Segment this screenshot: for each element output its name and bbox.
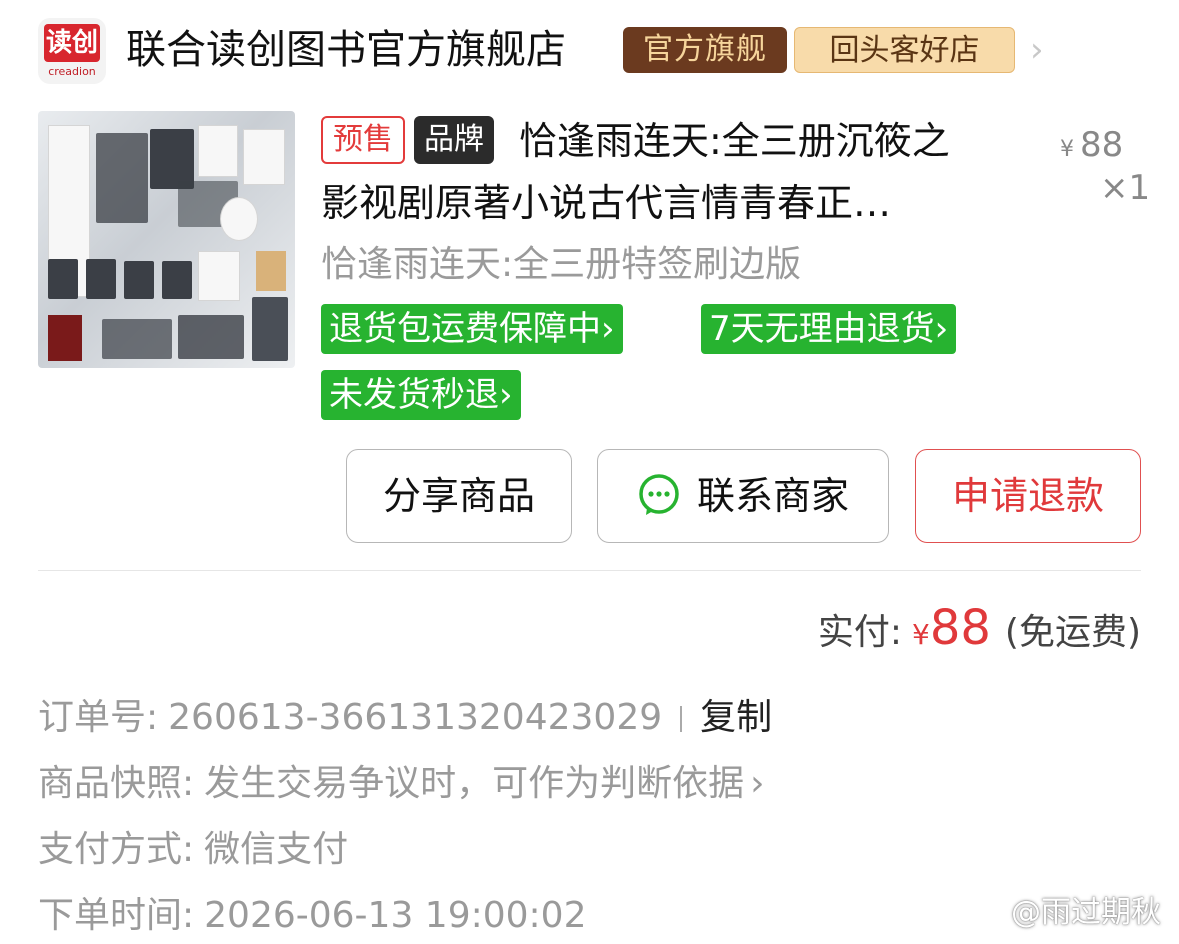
price-value: 88 <box>1080 125 1124 165</box>
payment-method-label: 支付方式: <box>38 829 195 870</box>
watermark-text: @雨过期秋 <box>1011 895 1161 930</box>
price-currency: ¥ <box>1060 137 1074 162</box>
weibo-icon <box>973 902 1006 927</box>
payment-method-row: 支付方式: 微信支付 <box>38 822 348 878</box>
card-art <box>48 259 78 299</box>
store-name[interactable]: 联合读创图书官方旗舰店 <box>126 22 566 78</box>
chevron-right-icon: › <box>601 309 615 349</box>
snapshot-label: 商品快照: <box>38 763 195 804</box>
separator <box>680 706 683 732</box>
card-art <box>243 129 285 185</box>
service-label: 退货包运费保障中 <box>329 309 601 349</box>
product-sku: 恰逢雨连天:全三册特签刷边版 <box>321 244 802 285</box>
card-art <box>198 125 238 177</box>
card-art <box>102 319 172 359</box>
contact-button-label: 联系商家 <box>696 474 849 518</box>
service-label: 7天无理由退货 <box>709 309 935 349</box>
request-refund-button[interactable]: 申请退款 <box>915 449 1141 543</box>
card-art <box>124 261 154 299</box>
paid-currency: ¥ <box>912 618 930 651</box>
refund-button-label: 申请退款 <box>951 474 1104 518</box>
order-time-label: 下单时间: <box>38 895 195 936</box>
service-return-shipping[interactable]: 退货包运费保障中› <box>321 304 623 354</box>
snapshot-value: 发生交易争议时，可作为判断依据 <box>204 763 745 804</box>
copy-order-number-button[interactable]: 复制 <box>700 697 772 738</box>
chevron-right-icon[interactable]: › <box>1030 30 1044 70</box>
card-art <box>86 259 116 299</box>
share-product-button[interactable]: 分享商品 <box>346 449 572 543</box>
product-title-line2[interactable]: 影视剧原著小说古代言情青春正… <box>321 175 1001 231</box>
order-time: 2026-06-13 19:00:02 <box>204 895 587 936</box>
card-art <box>162 261 192 299</box>
official-flagship-badge: 官方旗舰 <box>623 27 787 73</box>
card-art <box>198 251 240 301</box>
card-art <box>178 315 244 359</box>
paid-value: 88 <box>929 600 991 656</box>
repeat-badge-label: 回头客好店 <box>829 33 980 68</box>
order-number-label: 订单号: <box>38 697 159 738</box>
repeat-customer-badge: 回头客好店 <box>794 27 1015 73</box>
character-art <box>150 129 194 189</box>
store-logo[interactable]: 读创 creadion <box>38 18 106 84</box>
quantity: ×1 <box>1100 168 1151 208</box>
divider <box>38 570 1141 571</box>
book-cover-art <box>96 133 148 223</box>
chevron-right-icon: › <box>934 309 949 349</box>
order-time-row: 下单时间: 2026-06-13 19:00:02 <box>38 888 586 944</box>
share-button-label: 分享商品 <box>382 474 535 518</box>
order-number: 260613-366131320423029 <box>168 697 663 738</box>
payment-method: 微信支付 <box>204 829 349 870</box>
gift-box-art <box>256 251 286 291</box>
chevron-right-icon: › <box>750 763 765 804</box>
store-logo-mark: 读创 <box>44 24 100 62</box>
contact-merchant-button[interactable]: 联系商家 <box>597 449 889 543</box>
presale-tag: 预售 <box>321 116 405 164</box>
service-label: 未发货秒退 <box>329 375 499 415</box>
unit-price: ¥88 <box>1060 123 1123 172</box>
store-logo-subtext: creadion <box>48 65 96 78</box>
product-title-line1[interactable]: 恰逢雨连天:全三册沉筱之 <box>519 113 950 169</box>
watermark: @雨过期秋 <box>973 893 1161 933</box>
paid-label: 实付: <box>817 612 902 653</box>
order-number-row: 订单号: 260613-366131320423029 复制 <box>38 690 772 746</box>
promo-sticker <box>252 297 288 361</box>
service-7day-return[interactable]: 7天无理由退货› <box>701 304 957 354</box>
card-art <box>48 315 82 361</box>
chevron-right-icon: › <box>499 375 513 415</box>
snapshot-row[interactable]: 商品快照: 发生交易争议时，可作为判断依据 › <box>38 756 765 812</box>
paid-amount: 实付: ¥88 (免运费) <box>818 598 1141 665</box>
wechat-icon <box>639 473 679 515</box>
product-thumbnail[interactable] <box>38 111 295 368</box>
service-instant-refund[interactable]: 未发货秒退› <box>321 370 521 420</box>
brand-tag: 品牌 <box>414 116 494 164</box>
shipping-note: (免运费) <box>1004 612 1141 653</box>
round-badge-art <box>220 197 258 241</box>
